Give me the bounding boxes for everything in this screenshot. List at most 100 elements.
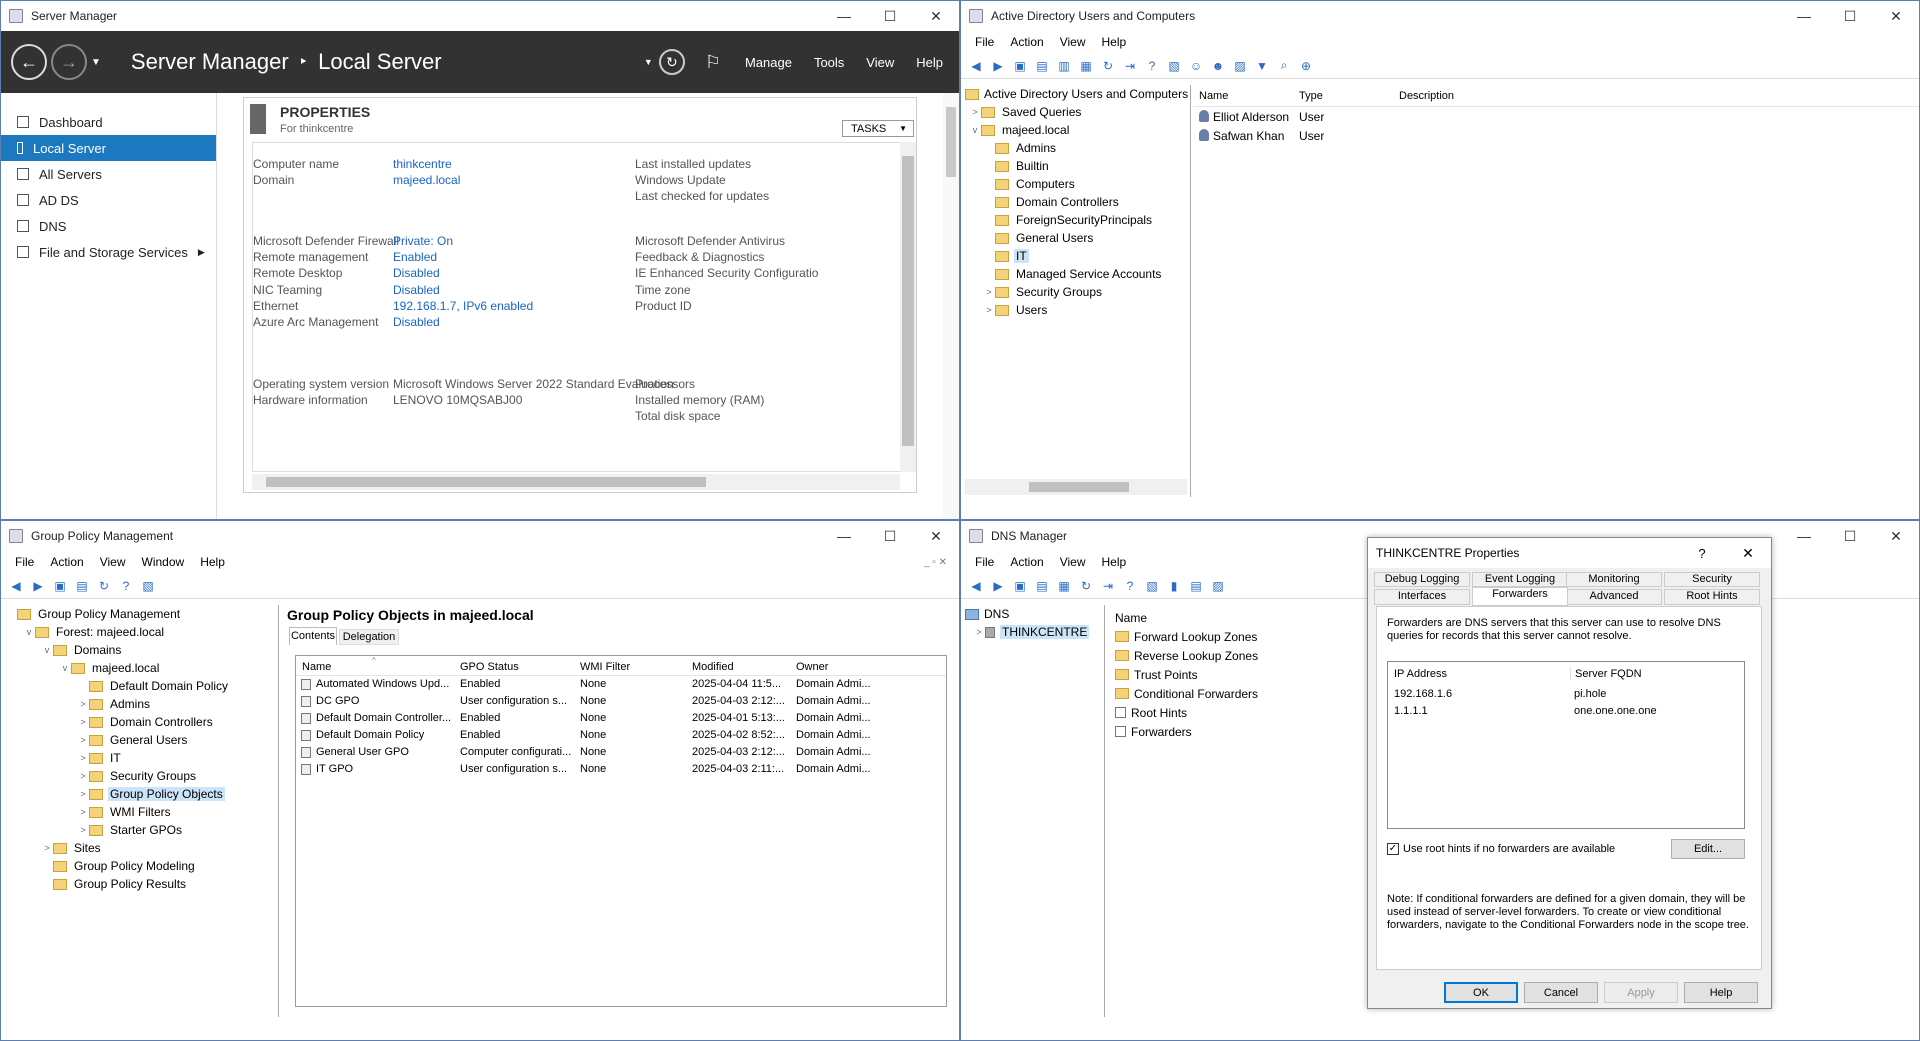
expand-icon[interactable]: > xyxy=(77,717,89,727)
console-icon[interactable]: ▧ xyxy=(139,577,157,595)
show-tree-icon[interactable]: ▤ xyxy=(1033,577,1051,595)
menu-help[interactable]: Help xyxy=(1094,35,1135,49)
tree-item[interactable]: Group Policy Results xyxy=(5,875,278,893)
property-value[interactable]: Disabled xyxy=(393,283,440,297)
tree-item[interactable]: Default Domain Policy xyxy=(5,677,278,695)
expand-icon[interactable]: v xyxy=(59,663,71,673)
close-button[interactable]: ✕ xyxy=(1873,1,1919,31)
property-value[interactable]: majeed.local xyxy=(393,173,460,187)
forward-icon[interactable]: ▶ xyxy=(989,57,1007,75)
tree-item[interactable]: > Saved Queries xyxy=(965,103,1190,121)
expand-icon[interactable]: v xyxy=(41,645,53,655)
menu-action[interactable]: Action xyxy=(1002,555,1051,569)
tree-item[interactable]: v Forest: majeed.local xyxy=(5,623,278,641)
column-type[interactable]: Type xyxy=(1299,90,1323,102)
filter-icon[interactable]: ▼ xyxy=(1253,57,1271,75)
maximize-button[interactable]: ☐ xyxy=(1827,521,1873,551)
properties-icon[interactable]: ▦ xyxy=(1055,577,1073,595)
back-icon[interactable]: ◀ xyxy=(967,57,985,75)
list-item[interactable]: Reverse Lookup Zones xyxy=(1109,646,1319,665)
table-row[interactable]: DC GPO User configuration s... None 2025-04… xyxy=(296,693,946,710)
property-value[interactable]: 192.168.1.7, IPv6 enabled xyxy=(393,299,533,313)
refresh-icon[interactable]: ↻ xyxy=(1099,57,1117,75)
aduc-tree-scrollbar[interactable] xyxy=(965,479,1187,495)
expand-icon[interactable]: > xyxy=(77,699,89,709)
apply-button[interactable]: Apply xyxy=(1604,982,1678,1003)
maximize-button[interactable]: ☐ xyxy=(867,521,913,551)
tree-item[interactable]: Computers xyxy=(965,175,1190,193)
tasks-button[interactable]: TASKS ▼ xyxy=(842,120,914,137)
tree-item[interactable]: > Users xyxy=(965,301,1190,319)
expand-icon[interactable]: > xyxy=(77,807,89,817)
tree-item[interactable]: > Sites xyxy=(5,839,278,857)
dialog-tab[interactable]: Monitoring xyxy=(1566,572,1662,587)
expand-icon[interactable]: > xyxy=(77,753,89,763)
zone-icon[interactable]: ▨ xyxy=(1209,577,1227,595)
nav-file-storage[interactable]: File and Storage Services ▶ xyxy=(1,239,216,265)
minimize-button[interactable]: — xyxy=(1781,521,1827,551)
dialog-help-button[interactable]: ? xyxy=(1679,546,1725,561)
column-description[interactable]: Description xyxy=(1399,90,1454,102)
forwarder-ip[interactable]: 1.1.1.1 xyxy=(1394,705,1428,717)
tree-item[interactable]: > Group Policy Objects xyxy=(5,785,278,803)
minimize-button[interactable]: — xyxy=(1781,1,1827,31)
menu-view[interactable]: View xyxy=(866,55,894,70)
forward-icon[interactable]: ▶ xyxy=(29,577,47,595)
help-icon[interactable]: ? xyxy=(1143,57,1161,75)
dialog-tab[interactable]: Security xyxy=(1664,572,1760,587)
menu-manage[interactable]: Manage xyxy=(745,55,792,70)
tree-thinkcentre[interactable]: > THINKCENTRE xyxy=(965,623,1104,641)
tree-item[interactable]: v majeed.local xyxy=(5,659,278,677)
tree-item[interactable]: > Security Groups xyxy=(965,283,1190,301)
expand-icon[interactable]: > xyxy=(77,771,89,781)
list-item[interactable]: Trust Points xyxy=(1109,665,1319,684)
edit-button[interactable]: Edit... xyxy=(1671,839,1745,859)
tree-item[interactable]: v majeed.local xyxy=(965,121,1190,139)
add-to-group-icon[interactable]: ⊕ xyxy=(1297,57,1315,75)
help-icon[interactable]: ? xyxy=(117,577,135,595)
menu-view[interactable]: View xyxy=(92,555,134,569)
forwarder-ip[interactable]: 192.168.1.6 xyxy=(1394,688,1452,700)
nav-ad-ds[interactable]: AD DS xyxy=(1,187,216,213)
table-row[interactable]: IT GPO User configuration s... None 2025-04… xyxy=(296,761,946,778)
expand-icon[interactable]: > xyxy=(77,735,89,745)
tree-item[interactable]: IT xyxy=(965,247,1190,265)
menu-view[interactable]: View xyxy=(1052,555,1094,569)
up-folder-icon[interactable]: ▣ xyxy=(1011,577,1029,595)
tab-contents[interactable]: Contents xyxy=(289,627,337,645)
property-value[interactable]: Private: On xyxy=(393,234,453,248)
expand-icon[interactable]: > xyxy=(983,305,995,315)
tree-item[interactable]: > Domain Controllers xyxy=(5,713,278,731)
export-icon[interactable]: ⇥ xyxy=(1099,577,1117,595)
tree-item[interactable]: Builtin xyxy=(965,157,1190,175)
new-ou-icon[interactable]: ▨ xyxy=(1231,57,1249,75)
tree-item[interactable]: General Users xyxy=(965,229,1190,247)
show-tree-icon[interactable]: ▤ xyxy=(1033,57,1051,75)
column-gpo-status[interactable]: GPO Status xyxy=(460,661,519,673)
nav-dns[interactable]: DNS xyxy=(1,213,216,239)
back-button[interactable]: ← xyxy=(11,44,47,80)
tree-item[interactable]: Managed Service Accounts xyxy=(965,265,1190,283)
tab-delegation[interactable]: Delegation xyxy=(339,629,399,645)
outer-scrollbar[interactable] xyxy=(943,93,959,519)
refresh-icon[interactable]: ↻ xyxy=(1077,577,1095,595)
column-ip-address[interactable]: IP Address xyxy=(1394,668,1447,680)
horizontal-scrollbar[interactable] xyxy=(252,474,900,490)
vertical-scrollbar[interactable] xyxy=(900,142,916,472)
refresh-dropdown-icon[interactable]: ▼ xyxy=(644,57,653,67)
menu-window[interactable]: Window xyxy=(134,555,193,569)
tree-item[interactable]: Group Policy Modeling xyxy=(5,857,278,875)
forward-button[interactable]: → xyxy=(51,44,87,80)
dialog-tab[interactable]: Root Hints xyxy=(1664,589,1760,605)
forward-icon[interactable]: ▶ xyxy=(989,577,1007,595)
property-value[interactable]: Enabled xyxy=(393,250,437,264)
tree-item[interactable]: > WMI Filters xyxy=(5,803,278,821)
find-icon[interactable]: ⌕ xyxy=(1275,57,1293,75)
new-user-icon[interactable]: ☺ xyxy=(1187,57,1205,75)
expand-icon[interactable]: v xyxy=(23,627,35,637)
dialog-tab[interactable]: Forwarders xyxy=(1472,587,1568,606)
history-dropdown-icon[interactable]: ▼ xyxy=(91,57,101,68)
minimize-button[interactable]: — xyxy=(821,521,867,551)
close-button[interactable]: ✕ xyxy=(913,521,959,551)
nav-dashboard[interactable]: Dashboard xyxy=(1,109,216,135)
